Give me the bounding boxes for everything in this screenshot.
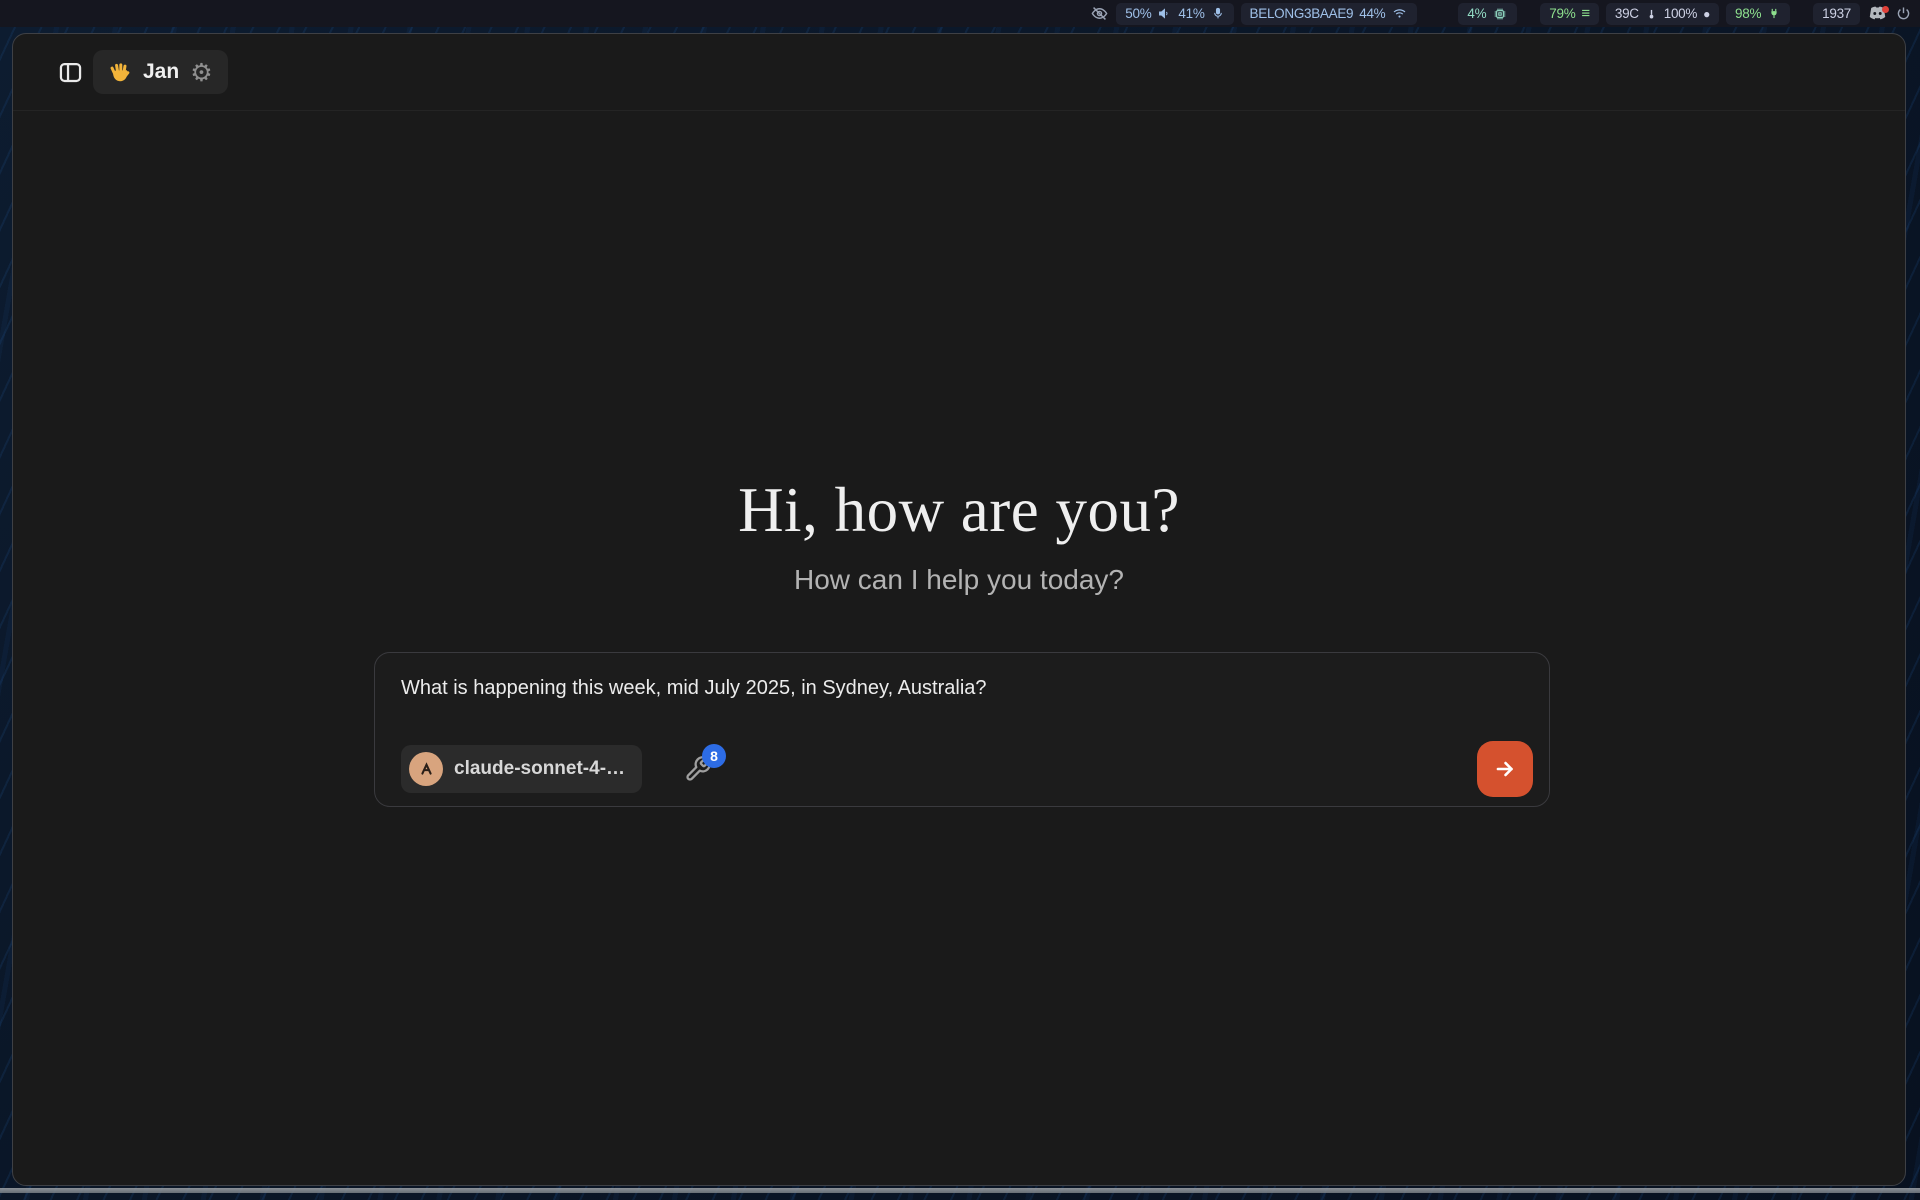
model-name-label: claude-sonnet-4-…	[454, 758, 625, 780]
eye-off-icon[interactable]	[1090, 4, 1109, 23]
wifi-icon	[1391, 6, 1408, 21]
network-name: BELONG3BAAE9	[1250, 6, 1354, 21]
network-indicator[interactable]: BELONG3BAAE9 44%	[1241, 3, 1418, 25]
memory-lines-icon: ≡	[1581, 6, 1589, 21]
tools-count-badge: 8	[702, 744, 726, 768]
clock-value: 1937	[1822, 6, 1851, 21]
send-button[interactable]	[1477, 741, 1533, 797]
cpu-indicator[interactable]: 4%	[1458, 3, 1517, 25]
sidebar-toggle-icon[interactable]	[53, 55, 87, 89]
arrow-right-icon	[1492, 756, 1518, 782]
temperature-value: 39C	[1615, 6, 1639, 21]
discord-icon[interactable]	[1867, 5, 1888, 22]
jan-app-window: Jan ⚙ Hi, how are you? How can I help yo…	[12, 33, 1906, 1186]
anthropic-logo-icon	[409, 752, 443, 786]
fan-value: 100%	[1664, 6, 1697, 21]
hero-section: Hi, how are you? How can I help you toda…	[13, 479, 1905, 596]
clock-indicator[interactable]: 1937	[1813, 3, 1860, 25]
cpu-value: 4%	[1467, 6, 1486, 21]
message-input[interactable]: What is happening this week, mid July 20…	[401, 677, 1523, 700]
memory-value: 79%	[1549, 6, 1575, 21]
gear-icon[interactable]: ⚙	[190, 60, 212, 85]
composer-toolbar: claude-sonnet-4-… 8	[401, 741, 1533, 797]
speaker-icon	[1157, 6, 1172, 21]
dock-hint-line	[0, 1188, 1920, 1193]
battery-value: 98%	[1735, 6, 1761, 21]
cpu-icon	[1492, 6, 1508, 22]
workspace-label: Jan	[143, 60, 179, 84]
thermometer-icon	[1645, 6, 1658, 22]
audio-volume-indicator[interactable]: 50% 41%	[1116, 3, 1233, 25]
fan-dot-icon: ●	[1703, 8, 1710, 20]
mic-icon	[1211, 6, 1225, 21]
system-tray: 50% 41% BELONG3BAAE9 44% 4% 79% ≡ 39C 10…	[0, 0, 1920, 27]
discord-notification-badge	[1882, 6, 1889, 13]
tools-button[interactable]: 8	[684, 755, 712, 783]
hero-subtitle: How can I help you today?	[13, 564, 1905, 596]
waving-hand-icon	[108, 60, 132, 84]
temp-fan-indicator[interactable]: 39C 100% ●	[1606, 3, 1719, 25]
model-selector-button[interactable]: claude-sonnet-4-…	[401, 745, 642, 793]
power-icon[interactable]	[1895, 5, 1912, 22]
workspace-button[interactable]: Jan ⚙	[93, 50, 228, 94]
memory-indicator[interactable]: 79% ≡	[1540, 3, 1599, 25]
mic-value: 41%	[1178, 6, 1204, 21]
power-plug-icon	[1767, 6, 1781, 22]
battery-indicator[interactable]: 98%	[1726, 3, 1790, 25]
volume-value: 50%	[1125, 6, 1151, 21]
hero-title: Hi, how are you?	[13, 479, 1905, 542]
window-header: Jan ⚙	[13, 34, 1905, 111]
chat-composer[interactable]: What is happening this week, mid July 20…	[374, 652, 1550, 807]
network-strength: 44%	[1359, 6, 1385, 21]
